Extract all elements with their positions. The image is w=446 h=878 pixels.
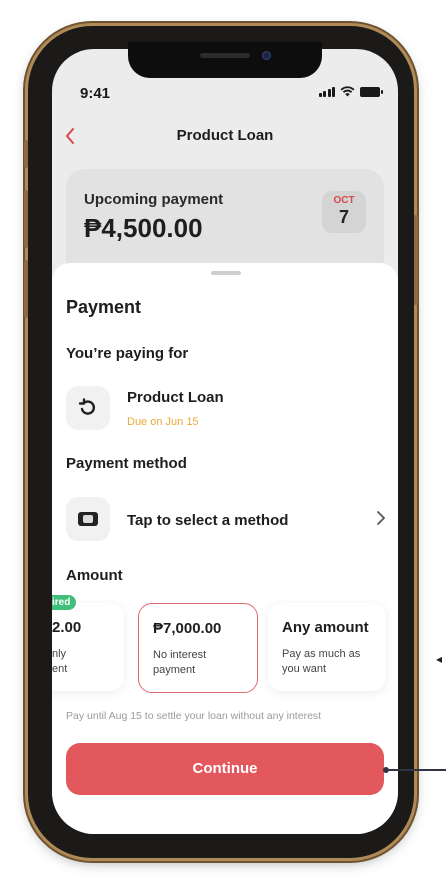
phone-screen: 9:41 Product Loan Upcoming payment ₱4,50… xyxy=(52,49,398,834)
loan-icon-tile xyxy=(66,386,110,430)
speaker-grille xyxy=(200,53,250,58)
paying-for-heading: You’re paying for xyxy=(66,345,189,362)
mute-switch xyxy=(24,140,28,168)
sheet-title: Payment xyxy=(66,297,142,317)
amount-heading: Amount xyxy=(66,567,123,584)
signal-icon xyxy=(318,86,335,97)
amount-option-desc: Pay as much as you want xyxy=(282,648,361,675)
amount-option-value: Any amount xyxy=(282,619,369,636)
amount-option-desc: nly ent xyxy=(52,648,68,675)
loan-due-date: Due on Jun 15 xyxy=(127,416,199,428)
upcoming-payment-amount: ₱4,500.00 xyxy=(84,213,203,243)
chevron-right-icon xyxy=(376,509,386,532)
sheet-drag-handle[interactable] xyxy=(211,271,241,275)
status-icons xyxy=(318,86,383,97)
amount-option-any[interactable]: Any amount Pay as much as you want xyxy=(268,603,386,691)
payment-method-selector[interactable]: Tap to select a method xyxy=(52,491,398,547)
annotation-dot xyxy=(383,767,389,773)
due-month: OCT xyxy=(333,195,355,206)
volume-down-button xyxy=(24,260,28,318)
payment-method-heading: Payment method xyxy=(66,455,187,472)
required-badge: ired xyxy=(52,595,77,610)
wallet-icon xyxy=(78,512,98,526)
amount-option-no-interest[interactable]: ₱7,000.00 No interest payment xyxy=(138,603,258,693)
due-day: 7 xyxy=(338,207,349,227)
phone-notch xyxy=(128,42,322,78)
refresh-loan-icon xyxy=(78,398,96,415)
payment-bottom-sheet: Payment You’re paying for Product Loan D… xyxy=(52,263,398,834)
amount-option-value: ₱7,000.00 xyxy=(153,620,222,637)
volume-up-button xyxy=(24,190,28,248)
interest-hint: Pay until Aug 15 to settle your loan wit… xyxy=(66,710,322,722)
due-date-badge: OCT 7 xyxy=(322,191,366,233)
continue-button[interactable]: Continue xyxy=(66,743,384,795)
loan-name: Product Loan xyxy=(127,389,224,406)
annotation-arrow-icon: ◂ xyxy=(436,652,443,666)
wallet-icon-tile xyxy=(66,497,110,541)
annotation-line xyxy=(389,769,446,771)
status-time: 9:41 xyxy=(80,85,111,102)
camera-icon xyxy=(262,51,271,60)
amount-option-minimum[interactable]: 2.00 nly ent xyxy=(52,603,124,691)
battery-icon xyxy=(360,86,383,97)
power-button xyxy=(414,215,418,305)
page-title: Product Loan xyxy=(176,127,274,144)
wifi-icon xyxy=(340,86,355,97)
upcoming-payment-label: Upcoming payment xyxy=(84,191,224,208)
amount-option-value: 2.00 xyxy=(52,619,82,636)
amount-option-desc: No interest payment xyxy=(153,649,207,676)
select-method-text: Tap to select a method xyxy=(127,512,289,529)
